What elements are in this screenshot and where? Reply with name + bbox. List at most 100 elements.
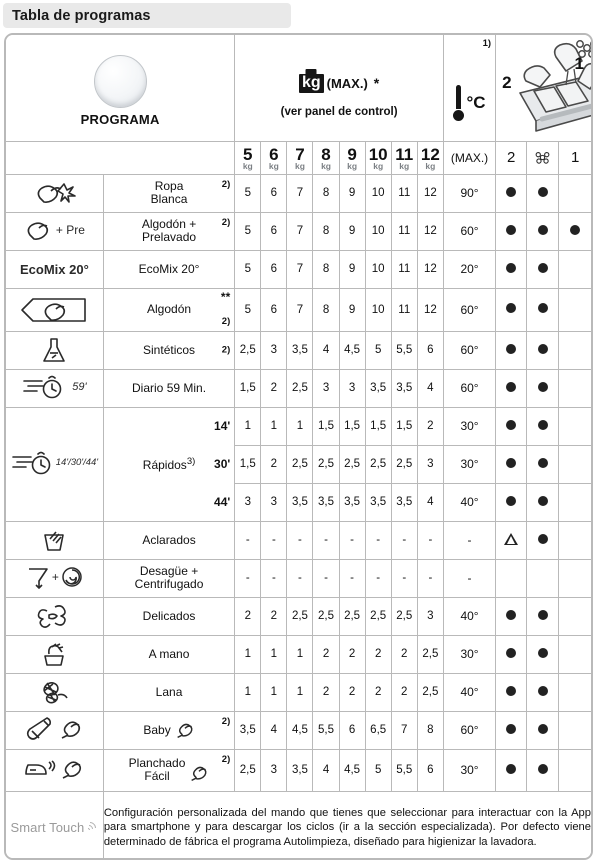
load-value: 2 <box>364 634 392 674</box>
drawer-mark-2 <box>495 596 528 636</box>
dot-marker <box>537 186 548 197</box>
table-row: 2) Baby 3,5 4 4,5 5,5 6 6,5 7 8 60° <box>6 710 591 750</box>
load-value: 5 <box>364 748 392 792</box>
drawer-mark-softener <box>526 482 560 522</box>
load-value: 1 <box>286 672 314 712</box>
wifi-signal-icon <box>81 819 99 837</box>
drawer-mark-softener <box>526 444 560 484</box>
capacity-number: 10 <box>368 144 388 164</box>
load-value: 4,5 <box>286 710 314 750</box>
program-name-cell: Aclarados <box>102 520 236 560</box>
thermometer-icon <box>453 84 465 121</box>
temperature-value: 60° <box>442 368 497 408</box>
program-icon-text: 59' <box>72 380 87 393</box>
flask-synthetic-icon <box>43 338 66 362</box>
dot-marker <box>537 763 548 774</box>
program-name: Planchado Fácil <box>128 756 186 783</box>
load-value: 4,5 <box>338 330 366 370</box>
load-value: 1 <box>286 634 314 674</box>
load-value: 2 <box>390 634 418 674</box>
drawer-mark-softener <box>526 596 560 636</box>
table-header-row-units: 5 kg 6 kg 7 kg 8 kg 9 kg 10 kg 11 kg 12 … <box>6 140 591 175</box>
steam-puff-icon <box>191 766 207 782</box>
program-icon-cell: 59' <box>6 368 104 408</box>
drawer-mark-softener <box>526 406 560 446</box>
dot-marker <box>506 457 517 468</box>
footnote-marker: 2) <box>221 344 231 356</box>
header-capacity-col-3: 8 kg <box>312 140 340 175</box>
kg-weight-icon: kg <box>298 73 324 93</box>
load-value: 4,5 <box>338 748 366 792</box>
drawer-mark-softener <box>526 368 560 408</box>
table-row: EcoMix 20° EcoMix 20° 5 6 7 8 9 10 11 12… <box>6 249 591 289</box>
load-value: 1 <box>260 634 288 674</box>
load-value: 7 <box>286 287 314 332</box>
load-value: 1 <box>234 634 262 674</box>
load-value: 3,5 <box>390 368 418 408</box>
drawer-mark-softener <box>526 249 560 289</box>
load-value: 11 <box>390 211 418 251</box>
program-table: PROGRAMA kg (MAX.) * (ver panel de contr… <box>6 35 591 858</box>
load-value: 1 <box>234 672 262 712</box>
dot-marker <box>506 262 517 273</box>
stopwatch-59-icon <box>23 375 62 398</box>
page-title-bar: Tabla de programas <box>3 3 291 28</box>
load-value: 2 <box>260 596 288 636</box>
program-icon-cell: + Pre <box>6 211 104 251</box>
program-name: EcoMix 20° <box>138 261 200 276</box>
load-value: - <box>312 520 340 560</box>
load-value: 1,5 <box>338 406 366 446</box>
header-note-1: 1) <box>482 38 492 49</box>
load-value: 5,5 <box>390 330 418 370</box>
dot-marker <box>506 763 517 774</box>
header-capacity-col-4: 9 kg <box>338 140 366 175</box>
load-value: - <box>286 558 314 598</box>
smart-touch-brand-cell: Smart Touch <box>6 790 104 858</box>
spin-spiral-icon <box>62 566 82 587</box>
dot-marker <box>506 723 517 734</box>
footnote-marker: 2) <box>221 315 231 327</box>
drawer-mark-1 <box>558 672 591 712</box>
load-value: 2,5 <box>234 748 262 792</box>
load-value: 3 <box>416 444 444 484</box>
flower-icon <box>535 152 550 164</box>
load-value: 5 <box>234 173 262 213</box>
drawer-mark-1 <box>558 482 591 522</box>
load-value: - <box>260 520 288 560</box>
dot-marker <box>537 381 548 392</box>
load-value: 1,5 <box>390 406 418 446</box>
header-kg-sub-label: (ver panel de control) <box>280 105 398 118</box>
load-value: 1,5 <box>234 368 262 408</box>
program-icon-cell <box>6 287 104 332</box>
program-icon-cell <box>6 710 104 750</box>
header-temperature-cell: 1) °C <box>442 35 497 142</box>
drawer-mark-2 <box>495 330 528 370</box>
load-value: 7 <box>286 173 314 213</box>
program-name-cell: Desagüe + Centrifugado <box>102 558 236 598</box>
rapidos-minutes-label: 30' <box>214 457 231 471</box>
drawer-mark-1 <box>558 634 591 674</box>
load-value: 9 <box>338 173 366 213</box>
load-value: 12 <box>416 287 444 332</box>
header-drawer-number-2: 2 <box>502 73 512 92</box>
load-value: 3,5 <box>286 482 314 522</box>
header-kg-star: * <box>373 75 380 92</box>
dot-marker <box>506 609 517 620</box>
load-value: 2,5 <box>234 330 262 370</box>
load-value: 1 <box>260 406 288 446</box>
load-value: 2 <box>312 634 340 674</box>
load-value: 2 <box>364 672 392 712</box>
load-value: 2,5 <box>286 444 314 484</box>
load-value: 8 <box>312 287 340 332</box>
temperature-value: 30° <box>442 406 497 446</box>
load-value: 5 <box>234 211 262 251</box>
header-program-label: PROGRAMA <box>80 111 160 127</box>
temperature-value: - <box>442 520 497 560</box>
load-value: 9 <box>338 211 366 251</box>
dot-marker <box>537 647 548 658</box>
temperature-value: 60° <box>442 287 497 332</box>
load-value: 2,5 <box>364 596 392 636</box>
load-value: 2,5 <box>390 444 418 484</box>
drawer-mark-1 <box>558 368 591 408</box>
footnote-marker: 3) <box>186 456 196 467</box>
